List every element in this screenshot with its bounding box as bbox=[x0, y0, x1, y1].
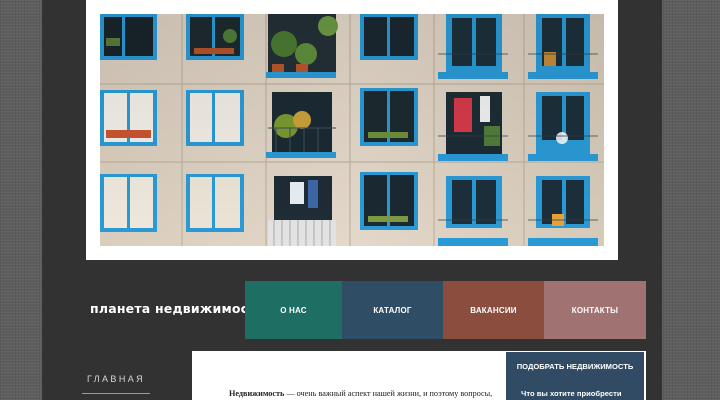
site-logo[interactable]: планета недвижимости bbox=[90, 299, 264, 319]
building-balconies-photo bbox=[100, 14, 604, 246]
property-filter-panel: ПОДОБРАТЬ НЕДВИЖИМОСТЬ Что вы хотите при… bbox=[506, 352, 644, 400]
intro-lead: Недвижимость bbox=[229, 389, 285, 398]
nav-item-contacts[interactable]: КОНТАКТЫ bbox=[544, 281, 646, 339]
intro-rest: — очень важный аспект нашей жизни, и поэ… bbox=[284, 389, 493, 398]
filter-panel-title: ПОДОБРАТЬ НЕДВИЖИМОСТЬ bbox=[516, 362, 634, 371]
intro-paragraph: Недвижимость — очень важный аспект нашей… bbox=[229, 389, 519, 398]
nav-item-about[interactable]: О НАС bbox=[245, 281, 342, 339]
filter-question-label: Что вы хотите приобрести bbox=[521, 389, 622, 398]
main-navigation: О НАС КАТАЛОГ ВАКАНСИИ КОНТАКТЫ bbox=[245, 281, 646, 339]
nav-item-vacancies[interactable]: ВАКАНСИИ bbox=[443, 281, 544, 339]
nav-item-catalog[interactable]: КАТАЛОГ bbox=[342, 281, 443, 339]
hero-banner bbox=[86, 0, 618, 260]
sidebar-item-home[interactable]: ГЛАВНАЯ bbox=[82, 371, 150, 394]
